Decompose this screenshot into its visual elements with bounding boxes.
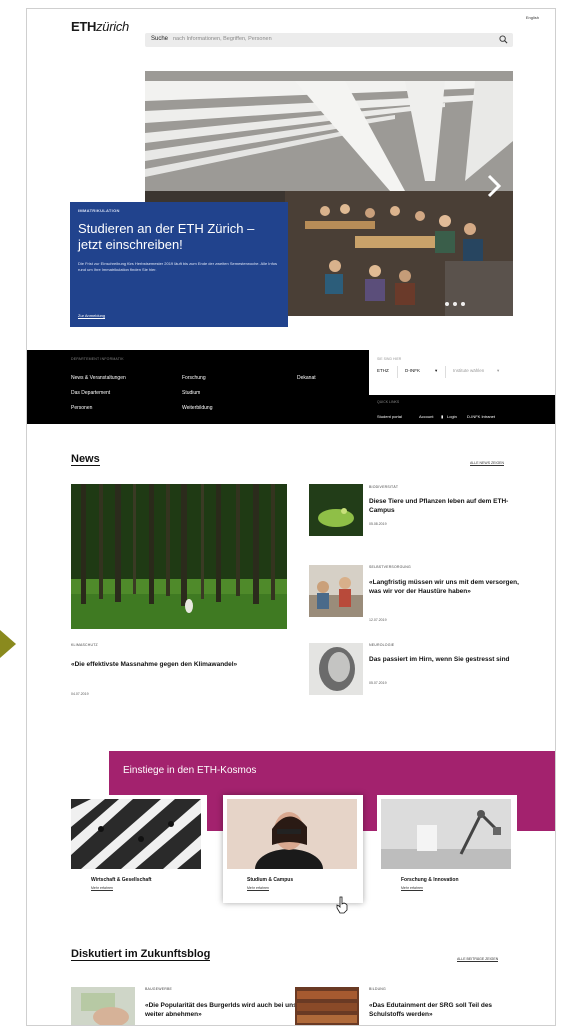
- all-blog-link[interactable]: ALLE BEITRÄGE ZEIGEN: [457, 957, 499, 962]
- news-thumb-people[interactable]: [309, 565, 363, 617]
- nav-item-department[interactable]: Das Departement: [71, 390, 110, 396]
- news-item-title[interactable]: «Langfristig müssen wir uns mit dem vers…: [369, 578, 525, 596]
- search-input[interactable]: nach Informationen, Begriffen, Personen: [173, 36, 272, 42]
- quicklink-account[interactable]: Account: [419, 414, 433, 419]
- breadcrumb-caption: SIE SIND HIER: [377, 357, 402, 361]
- nav-item-people[interactable]: Personen: [71, 405, 92, 411]
- language-switch[interactable]: English: [526, 15, 539, 20]
- nav-item-education[interactable]: Weiterbildung: [182, 405, 212, 411]
- kosmos-card-label: Forschung & Innovation: [401, 877, 459, 883]
- breadcrumb-separator: [397, 366, 398, 378]
- breadcrumb-dinfk[interactable]: D-INFK: [405, 368, 420, 373]
- breadcrumb-ethz[interactable]: ETHZ: [377, 368, 389, 373]
- chevron-right-icon[interactable]: [485, 173, 503, 199]
- department-nav: DEPARTEMENT INFORMATIK News & Veranstalt…: [27, 350, 555, 424]
- blog-item-category: BAUGEWERBE: [145, 987, 173, 991]
- kosmos-card-link[interactable]: Mehr erfahren: [247, 886, 269, 891]
- blog-heading: Diskutiert im Zukunftsblog: [71, 948, 211, 961]
- hero-kicker: IMMATRIKULATION: [78, 208, 120, 213]
- eth-logo[interactable]: ETHzürich: [71, 19, 129, 34]
- blog-thumb-cash[interactable]: [71, 987, 135, 1026]
- search-icon[interactable]: [499, 35, 508, 44]
- lab-image: [381, 799, 511, 869]
- news-item-title[interactable]: Diese Tiere und Pflanzen leben auf dem E…: [369, 497, 519, 515]
- institute-select[interactable]: Institute wählen: [453, 368, 484, 373]
- kosmos-card-label: Wirtschaft & Gesellschaft: [91, 877, 152, 883]
- kosmos-card-label: Studium & Campus: [247, 877, 294, 883]
- breadcrumb-panel: SIE SIND HIER ETHZ D-INFK ▾ Institute wä…: [369, 350, 555, 395]
- news-thumb-brain[interactable]: [309, 643, 363, 695]
- news-item-date: 05.08.2019: [369, 522, 387, 526]
- news-item-date: 12.07.2019: [369, 618, 387, 622]
- slide-dot[interactable]: [453, 302, 457, 306]
- all-news-link[interactable]: ALLE NEWS ZEIGEN: [470, 461, 505, 466]
- blog-thumb-library[interactable]: [295, 987, 359, 1026]
- kosmos-card-link[interactable]: Mehr erfahren: [401, 886, 423, 891]
- news-item-category: NEUROLOGIE: [369, 643, 395, 647]
- slide-indicators[interactable]: [445, 302, 465, 306]
- chevron-down-icon[interactable]: ▾: [497, 368, 499, 374]
- blog-item-title[interactable]: «Die Popularität des Burgerlds wird auch…: [145, 1001, 301, 1019]
- blog-item-title[interactable]: «Das Edutainment der SRG soll Teil des S…: [369, 1001, 529, 1019]
- chevron-down-icon[interactable]: ▾: [435, 368, 437, 374]
- news-item-category: SELBSTVERSORGUNG: [369, 565, 411, 569]
- news-main-category: KLIMASCHUTZ: [71, 643, 98, 647]
- kosmos-card-link[interactable]: Mehr erfahren: [91, 886, 113, 891]
- olive-arrow-marker: [0, 630, 16, 658]
- quicklink-login[interactable]: Login: [447, 414, 457, 419]
- news-thumb-frog[interactable]: [309, 484, 363, 536]
- quicklinks-caption: QUICK LINKS: [377, 400, 400, 404]
- hero-text: Die Frist zur Einschreibung fürs Herbsts…: [78, 261, 277, 272]
- news-item-date: 05.07.2019: [369, 681, 387, 685]
- slide-dot[interactable]: [461, 302, 465, 306]
- hero-link[interactable]: Zur Anmeldung: [78, 313, 106, 319]
- news-heading: News: [71, 453, 100, 466]
- news-main-date: 04.07.2019: [71, 692, 89, 696]
- nav-item-research[interactable]: Forschung: [182, 375, 206, 381]
- news-main-title[interactable]: «Die effektivste Massnahme gegen den Kli…: [71, 660, 271, 669]
- kosmos-title: Einstiege in den ETH-Kosmos: [123, 765, 257, 776]
- nav-caption: DEPARTEMENT INFORMATIK: [71, 357, 124, 361]
- hero-teaser-box: IMMATRIKULATION Studieren an der ETH Zür…: [70, 202, 288, 327]
- crosswalk-image: [71, 799, 201, 869]
- lock-icon: ▮: [441, 414, 444, 419]
- forest-image[interactable]: [71, 484, 287, 629]
- browser-page: ETHzürich English Suche nach Information…: [26, 8, 556, 1026]
- search-bar[interactable]: Suche nach Informationen, Begriffen, Per…: [145, 33, 513, 47]
- quicklink-student-portal[interactable]: Student portal: [377, 414, 402, 419]
- quicklink-intranet[interactable]: D-INFK Intranet: [467, 414, 495, 419]
- student-image: [227, 799, 357, 869]
- news-item-title[interactable]: Das passiert im Hirn, wenn Sie gestresst…: [369, 655, 519, 664]
- hand-cursor-icon: [336, 896, 348, 914]
- breadcrumb-separator: [445, 366, 446, 378]
- kosmos-card-research[interactable]: Forschung & Innovation Mehr erfahren: [377, 795, 517, 903]
- kosmos-card-economy[interactable]: Wirtschaft & Gesellschaft Mehr erfahren: [67, 795, 207, 903]
- nav-item-news[interactable]: News & Veranstaltungen: [71, 375, 126, 381]
- hero-title[interactable]: Studieren an der ETH Zürich – jetzt eins…: [78, 221, 280, 253]
- news-item-category: BIODIVERSITÄT: [369, 485, 399, 489]
- kosmos-card-studies[interactable]: Studium & Campus Mehr erfahren: [223, 795, 363, 903]
- slide-dot[interactable]: [445, 302, 449, 306]
- search-label: Suche: [151, 36, 169, 42]
- nav-item-studies[interactable]: Studium: [182, 390, 200, 396]
- blog-item-category: BILDUNG: [369, 987, 386, 991]
- nav-item-dean[interactable]: Dekanat: [297, 375, 316, 381]
